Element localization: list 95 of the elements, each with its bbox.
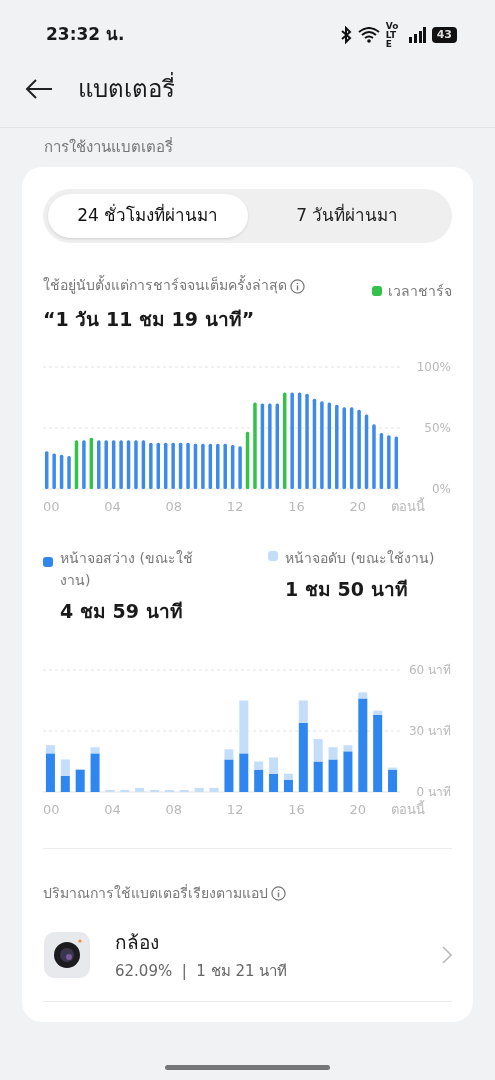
app-row[interactable]: กล้อง 62.09% | 1 ชม 21 นาที: [43, 927, 452, 1002]
chart-bar: [387, 435, 391, 489]
page-title: แบตเตอรี่: [78, 71, 175, 105]
battery-indicator: 43: [431, 27, 457, 43]
chart-bar: [230, 445, 235, 489]
axis-label: 08: [165, 499, 183, 513]
since-charge-label: ใช้อยู่นับตั้งแต่การชาร์จจนเต็มครั้งล่าสุด: [43, 274, 287, 296]
chart-bar: [134, 440, 138, 489]
axis-label: 100%: [416, 360, 451, 374]
chart-bar: [313, 738, 323, 761]
chart-bar: [150, 789, 160, 792]
legend-value: 4 ชม 59 นาที: [60, 599, 184, 624]
axis-label: 60 นาที: [408, 662, 451, 677]
chart-bar: [52, 453, 56, 489]
wifi-icon: [357, 27, 380, 43]
chart-bar: [75, 769, 85, 792]
chart-bar: [60, 758, 70, 776]
chart-bar: [208, 443, 213, 489]
chart-bar: [119, 440, 123, 489]
chart-bar: [201, 443, 205, 489]
chart-bar: [239, 752, 249, 792]
chart-bar: [105, 789, 115, 792]
status-time: 23:32 น.: [46, 23, 125, 47]
chart-bar: [60, 775, 70, 792]
period-tab[interactable]: 24 ชั่วโมงที่ผ่านมา: [48, 193, 248, 238]
axis-label: 16: [288, 801, 305, 816]
chart-bar: [269, 756, 279, 774]
axis-label: ตอนนี้: [391, 499, 425, 513]
info-icon[interactable]: [271, 885, 286, 901]
chart-bar: [178, 442, 183, 489]
chart-bar: [245, 431, 250, 489]
chart-bar: [209, 787, 219, 792]
chart-bar: [120, 789, 130, 792]
chevron-right-icon: [442, 946, 452, 964]
period-tab[interactable]: 7 วันที่ผ่านมา: [247, 193, 447, 238]
chart-bar: [223, 443, 227, 489]
back-icon[interactable]: [24, 76, 54, 101]
chart-bar: [97, 440, 101, 489]
chart-bar: [149, 442, 153, 489]
chart-bar: [89, 437, 94, 489]
since-charge-value: “1 วัน 11 ชม 19 นาที”: [43, 306, 256, 332]
chart-bar: [59, 454, 64, 489]
app-name: กล้อง: [115, 929, 160, 955]
chart-bar: [163, 442, 168, 489]
axis-label: 50%: [424, 421, 451, 435]
chart-bar: [135, 787, 145, 792]
axis-label: 12: [226, 801, 244, 816]
chart-bar: [44, 451, 49, 489]
apps-title: ปริมาณการใช้แบตเตอรี่เรียงตามแอป: [43, 883, 268, 903]
app-usage: 62.09% | 1 ชม 21 นาที: [115, 961, 289, 982]
legend-label: หน้าจอสว่าง (ขณะใช้งาน): [60, 549, 194, 590]
chart-bar: [179, 789, 189, 792]
chart-bar: [126, 440, 131, 489]
chart-bar: [394, 436, 399, 489]
axis-label: 00: [43, 801, 60, 816]
info-icon[interactable]: [290, 278, 305, 294]
axis-label: 20: [349, 801, 366, 816]
chart-bar: [313, 761, 323, 792]
chart-bar: [372, 424, 376, 489]
legend-value: 1 ชม 50 นาที: [285, 577, 409, 602]
chart-bar: [269, 773, 279, 792]
chart-bar: [238, 446, 242, 489]
bluetooth-icon: [339, 26, 352, 44]
axis-label: 20: [349, 499, 366, 513]
chart-bar: [82, 440, 86, 489]
axis-label: 08: [165, 801, 183, 816]
chart-bar: [379, 432, 384, 489]
chart-bar: [141, 440, 146, 489]
legend-label: เวลาชาร์จ: [388, 281, 452, 301]
chart-bar: [171, 442, 175, 489]
chart-bar: [194, 787, 204, 792]
chart-bar: [239, 700, 249, 753]
chart-bar: [156, 442, 161, 489]
axis-label: 16: [288, 499, 305, 513]
chart-bar: [193, 443, 198, 489]
axis-label: ตอนนี้: [391, 801, 425, 816]
axis-label: 04: [104, 499, 121, 513]
chart-bar: [111, 440, 116, 489]
signal-icon: [407, 27, 426, 43]
section-label: การใช้งานแบตเตอรี่: [43, 136, 174, 158]
axis-label: 0%: [431, 482, 451, 496]
chart-bar: [67, 456, 71, 489]
axis-label: 04: [104, 801, 121, 816]
axis-label: 0 นาที: [416, 784, 451, 799]
chart-bar: [164, 789, 174, 792]
legend-label: หน้าจอดับ (ขณะใช้งาน): [285, 549, 435, 568]
camera-app-icon: [43, 931, 91, 979]
network-label: Vo LTE: [385, 21, 400, 49]
chart-bar: [186, 442, 190, 489]
chart-bar: [216, 443, 220, 489]
axis-label: 12: [226, 499, 244, 513]
axis-label: 00: [43, 499, 60, 513]
chart-bar: [104, 440, 108, 489]
chart-bar: [74, 440, 79, 489]
axis-label: 30 นาที: [408, 723, 451, 738]
